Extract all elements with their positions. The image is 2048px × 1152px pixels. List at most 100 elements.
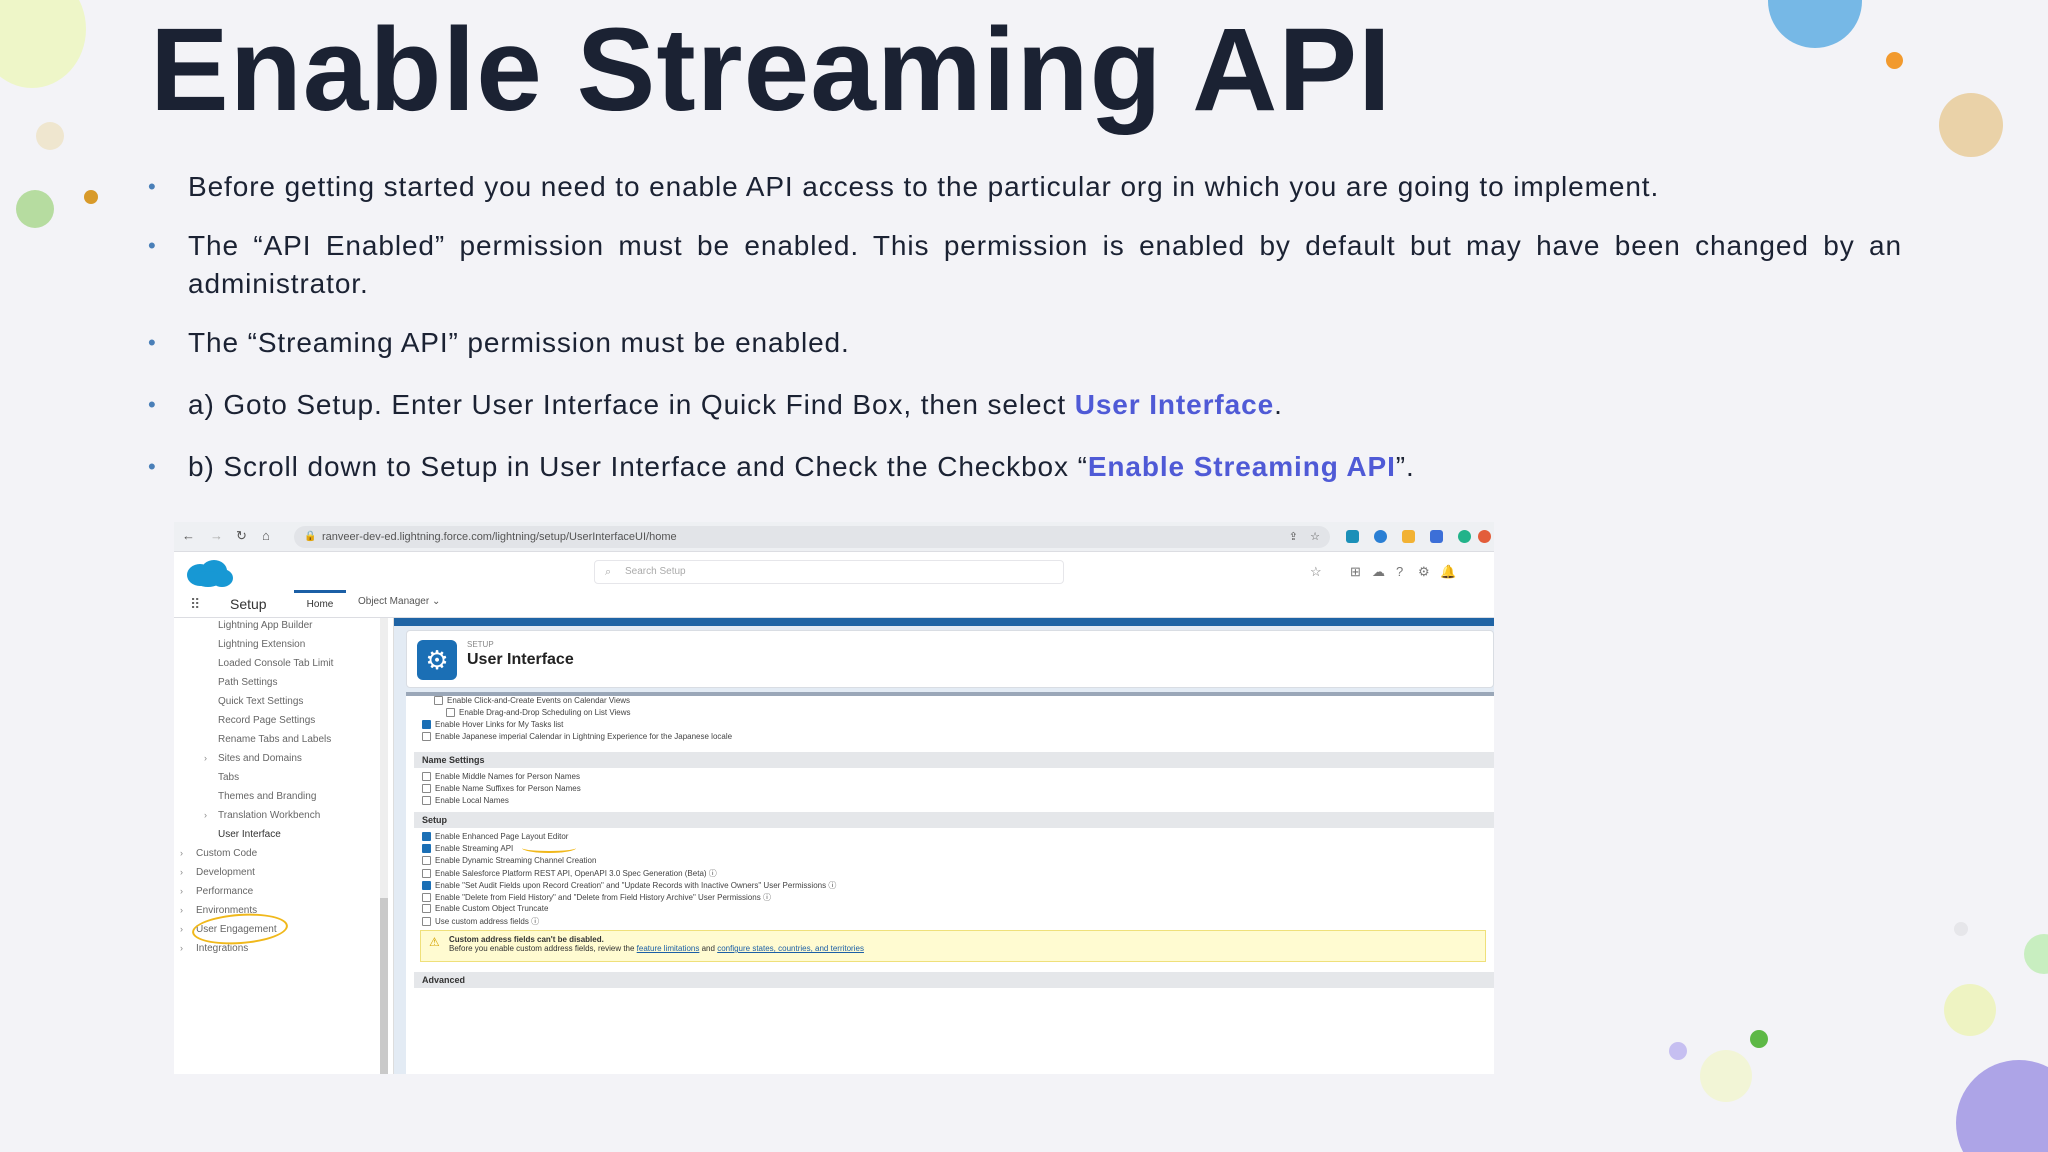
option-row[interactable]: Enable Middle Names for Person Names: [422, 772, 580, 782]
option-row[interactable]: Enable "Set Audit Fields upon Record Cre…: [422, 880, 836, 891]
info-icon[interactable]: ⓘ: [828, 881, 836, 890]
decor-dot: [1669, 1042, 1687, 1060]
decor-dot: [1954, 922, 1968, 936]
search-setup-input[interactable]: ⌕ Search Setup: [594, 560, 1064, 584]
option-row[interactable]: Use custom address fields ⓘ: [422, 916, 539, 927]
sidebar-item[interactable]: Custom Code: [196, 848, 257, 859]
search-placeholder: Search Setup: [625, 566, 686, 577]
sidebar-item[interactable]: Lightning App Builder: [218, 620, 313, 631]
reload-icon[interactable]: ↻: [236, 528, 247, 544]
checkbox-checked[interactable]: [422, 832, 431, 842]
option-row[interactable]: Enable Local Names: [422, 796, 509, 806]
checkbox[interactable]: [422, 893, 431, 903]
section-header-name-settings: Name Settings: [414, 752, 1494, 768]
checkbox[interactable]: [446, 708, 455, 718]
option-row[interactable]: Enable Click-and-Create Events on Calend…: [434, 696, 630, 706]
option-row[interactable]: Enable Dynamic Streaming Channel Creatio…: [422, 856, 596, 866]
forward-icon[interactable]: →: [210, 528, 223, 543]
gear-icon[interactable]: ⚙: [1418, 564, 1430, 580]
extension-icon[interactable]: [1478, 530, 1491, 543]
sidebar-scroll-thumb[interactable]: [380, 898, 388, 1074]
sidebar-item[interactable]: Tabs: [218, 772, 239, 783]
checkbox[interactable]: [422, 904, 431, 914]
help-icon[interactable]: ?: [1396, 564, 1403, 579]
sidebar-item[interactable]: Translation Workbench: [218, 810, 320, 821]
chevron-right-icon[interactable]: ›: [204, 753, 207, 763]
bullet-text: b) Scroll down to Setup in User Interfac…: [188, 451, 1088, 482]
sidebar-item[interactable]: Rename Tabs and Labels: [218, 734, 331, 745]
sidebar-item[interactable]: Integrations: [196, 943, 248, 954]
share-icon[interactable]: ⇪: [1289, 526, 1298, 548]
option-label: Enable Drag-and-Drop Scheduling on List …: [459, 708, 631, 717]
option-row[interactable]: Enable Enhanced Page Layout Editor: [422, 832, 568, 842]
checkbox[interactable]: [422, 796, 431, 806]
sidebar-item[interactable]: Lightning Extension: [218, 639, 305, 650]
option-row[interactable]: Enable Salesforce Platform REST API, Ope…: [422, 868, 717, 879]
sidebar-item-user-interface[interactable]: User Interface: [218, 829, 281, 840]
extension-icon[interactable]: [1458, 530, 1471, 543]
bookmark-star-icon[interactable]: ☆: [1310, 526, 1320, 548]
decor-dot: [0, 0, 86, 88]
extension-icon[interactable]: [1430, 530, 1443, 543]
sidebar-item[interactable]: Path Settings: [218, 677, 277, 688]
sidebar-item[interactable]: Quick Text Settings: [218, 696, 303, 707]
checkbox-checked[interactable]: [422, 881, 431, 891]
decor-dot: [36, 122, 64, 150]
address-bar[interactable]: 🔒 ranveer-dev-ed.lightning.force.com/lig…: [294, 526, 1330, 548]
checkbox[interactable]: [434, 696, 443, 706]
option-row[interactable]: Enable Drag-and-Drop Scheduling on List …: [446, 708, 631, 718]
sidebar-item[interactable]: Record Page Settings: [218, 715, 315, 726]
extension-icon[interactable]: [1374, 530, 1387, 543]
option-row[interactable]: Enable Japanese imperial Calendar in Lig…: [422, 732, 732, 742]
option-row[interactable]: Enable "Delete from Field History" and "…: [422, 892, 771, 903]
option-label: Enable Salesforce Platform REST API, Ope…: [435, 869, 707, 878]
checkbox-checked[interactable]: [422, 844, 431, 854]
checkbox[interactable]: [422, 917, 431, 927]
tab-home[interactable]: Home: [294, 590, 346, 618]
chevron-right-icon[interactable]: ›: [180, 905, 183, 915]
favorites-icon[interactable]: ☆: [1310, 564, 1322, 580]
option-row[interactable]: Enable Custom Object Truncate: [422, 904, 548, 914]
checkbox[interactable]: [422, 772, 431, 782]
decor-dot: [1750, 1030, 1768, 1048]
chevron-right-icon[interactable]: ›: [180, 867, 183, 877]
add-icon[interactable]: ⊞: [1350, 564, 1361, 580]
trailhead-icon[interactable]: ☁: [1372, 564, 1385, 580]
page-eyebrow: SETUP: [467, 640, 494, 649]
checkbox[interactable]: [422, 856, 431, 866]
chevron-right-icon[interactable]: ›: [180, 943, 183, 953]
bullet-item: Before getting started you need to enabl…: [146, 168, 1902, 206]
option-row-enable-streaming-api[interactable]: Enable Streaming API: [422, 844, 513, 854]
sidebar-item[interactable]: Sites and Domains: [218, 753, 302, 764]
chevron-right-icon[interactable]: ›: [180, 886, 183, 896]
sidebar-item[interactable]: Development: [196, 867, 255, 878]
tab-object-manager[interactable]: Object Manager ⌄: [358, 596, 440, 607]
feature-limitations-link[interactable]: feature limitations: [637, 944, 700, 953]
extension-icon[interactable]: [1346, 530, 1359, 543]
salesforce-logo[interactable]: [184, 558, 234, 588]
checkbox[interactable]: [422, 869, 431, 879]
chevron-right-icon[interactable]: ›: [180, 848, 183, 858]
extension-icon[interactable]: [1402, 530, 1415, 543]
back-icon[interactable]: ←: [182, 528, 195, 543]
home-icon[interactable]: ⌂: [262, 528, 270, 543]
notification-bell-icon[interactable]: 🔔: [1440, 564, 1456, 580]
info-icon[interactable]: ⓘ: [763, 893, 771, 902]
sidebar-item[interactable]: Loaded Console Tab Limit: [218, 658, 333, 669]
info-icon[interactable]: ⓘ: [531, 917, 539, 926]
option-row[interactable]: Enable Hover Links for My Tasks list: [422, 720, 563, 730]
option-row[interactable]: Enable Name Suffixes for Person Names: [422, 784, 581, 794]
configure-states-link[interactable]: configure states, countries, and territo…: [717, 944, 864, 953]
chevron-right-icon[interactable]: ›: [180, 924, 183, 934]
checkbox-checked[interactable]: [422, 720, 431, 730]
checkbox[interactable]: [422, 732, 431, 742]
app-launcher-icon[interactable]: ⠿: [190, 596, 200, 613]
option-label: Enable Middle Names for Person Names: [435, 772, 580, 781]
sidebar-item[interactable]: Performance: [196, 886, 253, 897]
chevron-right-icon[interactable]: ›: [204, 810, 207, 820]
checkbox[interactable]: [422, 784, 431, 794]
option-label: Use custom address fields: [435, 917, 529, 926]
highlight-user-interface: User Interface: [1074, 389, 1275, 420]
info-icon[interactable]: ⓘ: [709, 869, 717, 878]
sidebar-item[interactable]: Themes and Branding: [218, 791, 316, 802]
